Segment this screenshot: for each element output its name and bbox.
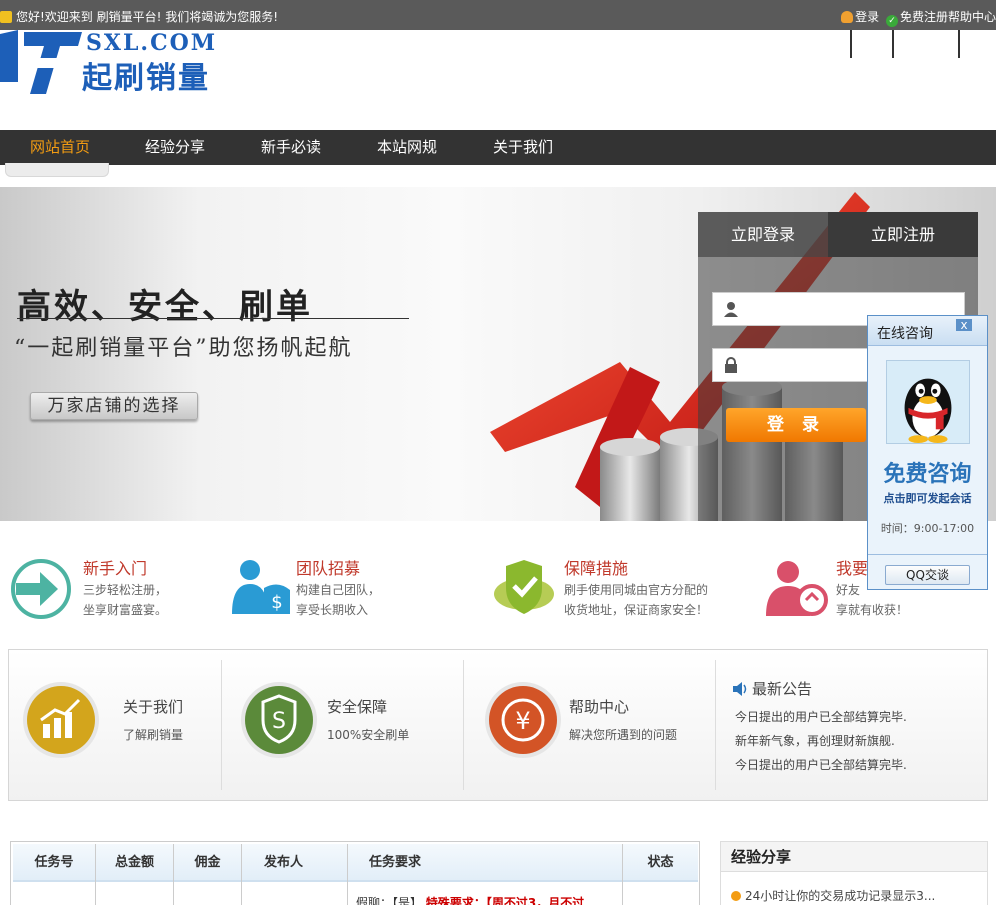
close-icon[interactable]: x	[956, 319, 972, 331]
column-divider	[95, 844, 96, 905]
feature-desc: 构建自己团队， 享受长期收入	[296, 583, 381, 617]
banner-underline	[17, 318, 409, 319]
welcome-text: 您好!欢迎来到 刷销量平台! 我们将竭诚为您服务!	[0, 8, 278, 25]
yen-icon[interactable]: ¥	[483, 680, 563, 760]
svg-text:$: $	[271, 592, 282, 613]
task-table: 任务号 总金额 佣金 发布人 任务要求 状态 假聊：【是】 特殊要求：【周不过3…	[10, 841, 700, 905]
column-divider	[347, 844, 348, 905]
task-requirements-cell: 假聊：【是】 特殊要求：【周不过3，月不过	[356, 896, 585, 905]
qq-consult-float: 在线咨询 x 免费咨询 点击即可发起会话 时间：9:00-17:00 QQ交谈	[867, 315, 988, 590]
col-task-id: 任务号	[34, 855, 74, 870]
nav-item-newbie[interactable]: 新手必读	[261, 130, 321, 165]
experience-box: 经验分享 24小时让你的交易成功记录显示3...	[720, 841, 988, 905]
task-table-header: 任务号 总金额 佣金 发布人 任务要求 状态	[13, 844, 698, 882]
experience-item[interactable]: 24小时让你的交易成功记录显示3...	[731, 887, 935, 904]
col-total: 总金额	[114, 855, 154, 870]
user-icon	[724, 302, 738, 317]
banner-title: 高效、安全、刷单	[17, 287, 313, 327]
nav-item-about[interactable]: 关于我们	[493, 130, 553, 165]
col-publisher: 发布人	[264, 855, 304, 870]
tab-register[interactable]: 立即注册	[828, 212, 978, 257]
speaker-icon	[733, 682, 747, 696]
main-nav: 网站首页 经验分享 新手必读 本站网规 关于我们	[0, 130, 996, 165]
nav-active-tab	[5, 163, 109, 177]
svg-text:S: S	[272, 709, 286, 734]
top-bar: 您好!欢迎来到 刷销量平台! 我们将竭诚为您服务! 登录 ✓ 免费注册帮助中心	[0, 0, 996, 30]
header-divider	[850, 30, 852, 58]
column-divider	[241, 844, 242, 905]
login-link[interactable]: 登录	[855, 10, 879, 24]
banner-slogan: “一起刷销量平台”助您扬帆起航	[14, 336, 353, 361]
col-commission: 佣金	[194, 855, 221, 870]
header-divider	[892, 30, 894, 58]
notice-item[interactable]: 今日提出的用户已全部结算完毕.	[735, 708, 907, 725]
col-status: 状态	[647, 855, 674, 870]
user-icon	[841, 11, 854, 23]
tab-login[interactable]: 立即登录	[698, 212, 828, 257]
qq-chat-button[interactable]: QQ交谈	[885, 565, 970, 585]
header-divider	[958, 30, 960, 58]
feature-desc: 刷手使用同城由官方分配的 收货地址，保证商家安全！	[564, 583, 709, 617]
nav-item-home[interactable]: 网站首页	[30, 130, 90, 165]
help-link[interactable]: 帮助中心	[948, 10, 996, 24]
feature-title: 保障措施	[564, 559, 629, 578]
info-box: 关于我们 了解刷销量 S 安全保障 100%安全刷单 ¥ 帮助中心 解决您所遇到…	[8, 649, 988, 801]
feature-desc: 三步轻松注册， 坐享财富盛宴。	[83, 583, 168, 617]
nav-item-rules[interactable]: 本站网规	[377, 130, 437, 165]
notice-item[interactable]: 今日提出的用户已全部结算完毕.	[735, 756, 907, 773]
column-divider	[622, 844, 623, 905]
shield-s-icon[interactable]: S	[239, 680, 319, 760]
divider	[715, 660, 716, 790]
register-link[interactable]: 免费注册	[900, 10, 948, 24]
logo-name: 起刷销量	[82, 61, 210, 96]
feature-title: 新手入门	[83, 559, 148, 578]
divider	[221, 660, 222, 790]
qq-free-consult: 免费咨询	[883, 462, 972, 487]
logo-mark[interactable]	[0, 28, 82, 96]
qq-header-title: 在线咨询	[877, 326, 933, 342]
login-button[interactable]: 登 录	[726, 408, 866, 442]
speaker-icon	[0, 11, 12, 23]
column-divider	[173, 844, 174, 905]
check-icon: ✓	[885, 15, 898, 27]
svg-text:¥: ¥	[515, 707, 530, 735]
experience-title: 经验分享	[721, 842, 987, 872]
divider	[868, 554, 987, 555]
feature-title: 团队招募	[296, 559, 361, 578]
qq-click-hint: 点击即可发起会话	[883, 492, 972, 505]
arrow-enter-icon	[11, 559, 71, 619]
lock-icon	[725, 357, 737, 373]
qq-header: 在线咨询 x	[868, 316, 987, 346]
chart-icon[interactable]	[21, 680, 101, 760]
notice-title: 最新公告	[752, 680, 813, 698]
nav-item-experience[interactable]: 经验分享	[145, 130, 205, 165]
divider	[463, 660, 464, 790]
choice-button[interactable]: 万家店铺的选择	[30, 392, 198, 420]
user-share-icon	[766, 561, 828, 616]
feature-title: 我要	[836, 559, 869, 578]
shield-check-icon	[494, 560, 554, 614]
top-links: 登录 ✓ 免费注册帮助中心	[841, 8, 996, 27]
bullet-icon	[731, 891, 741, 901]
qq-penguin-icon[interactable]	[886, 360, 970, 444]
notice-item[interactable]: 新年新气象，再创理财新旗舰.	[735, 732, 895, 749]
col-requirements: 任务要求	[369, 855, 422, 870]
qq-hours: 时间：9:00-17:00	[880, 522, 975, 535]
team-money-icon: $	[232, 560, 290, 614]
